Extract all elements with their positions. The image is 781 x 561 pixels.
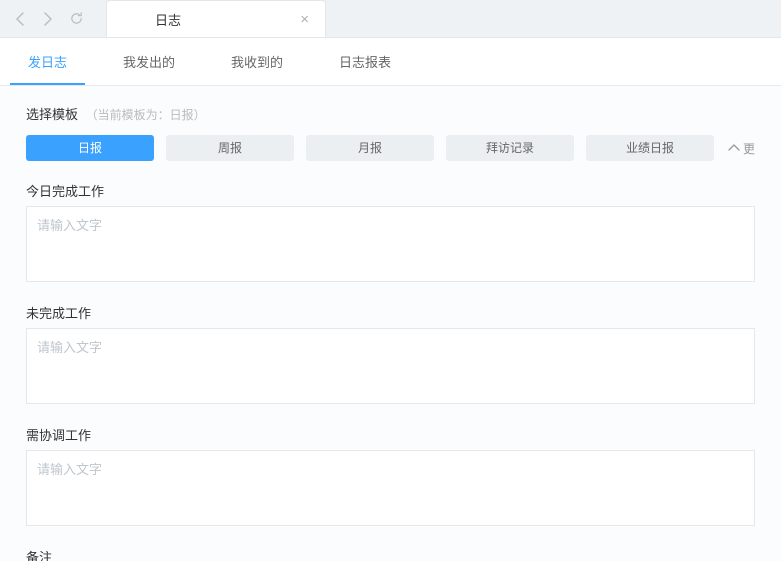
nav-send-log[interactable]: 发日志 xyxy=(10,38,85,85)
window-chrome: 日志 × xyxy=(0,0,781,38)
pill-performance[interactable]: 业绩日报 xyxy=(586,135,714,161)
tab-log[interactable]: 日志 × xyxy=(106,0,326,37)
label-unfinished: 未完成工作 xyxy=(26,303,755,322)
input-need-coord[interactable] xyxy=(26,450,755,526)
input-today-done[interactable] xyxy=(26,206,755,282)
chevron-up-icon xyxy=(728,144,740,152)
tab-title: 日志 xyxy=(155,10,181,29)
nav-sent[interactable]: 我发出的 xyxy=(105,38,193,85)
template-hint: （当前模板为：日报） xyxy=(86,108,206,122)
refresh-button[interactable] xyxy=(66,9,86,29)
field-remark: 备注 xyxy=(26,547,755,561)
template-label-row: 选择模板 （当前模板为：日报） xyxy=(26,104,755,123)
back-button[interactable] xyxy=(10,9,30,29)
content-area: 选择模板 （当前模板为：日报） 日报 周报 月报 拜访记录 业绩日报 更 今日完… xyxy=(0,86,781,561)
pill-daily[interactable]: 日报 xyxy=(26,135,154,161)
nav-report[interactable]: 日志报表 xyxy=(321,38,409,85)
chrome-nav xyxy=(0,0,96,37)
field-today-done: 今日完成工作 xyxy=(26,181,755,285)
pill-visit[interactable]: 拜访记录 xyxy=(446,135,574,161)
forward-button[interactable] xyxy=(38,9,58,29)
field-unfinished: 未完成工作 xyxy=(26,303,755,407)
nav-received[interactable]: 我收到的 xyxy=(213,38,301,85)
field-need-coord: 需协调工作 xyxy=(26,425,755,529)
label-remark: 备注 xyxy=(26,547,755,561)
template-pills: 日报 周报 月报 拜访记录 业绩日报 更 xyxy=(26,135,755,161)
pill-weekly[interactable]: 周报 xyxy=(166,135,294,161)
nav-tabs: 发日志 我发出的 我收到的 日志报表 xyxy=(0,38,781,86)
tab-close-icon[interactable]: × xyxy=(296,11,313,28)
input-unfinished[interactable] xyxy=(26,328,755,404)
label-today-done: 今日完成工作 xyxy=(26,181,755,200)
label-need-coord: 需协调工作 xyxy=(26,425,755,444)
expand-toggle[interactable]: 更 xyxy=(728,140,755,157)
pill-monthly[interactable]: 月报 xyxy=(306,135,434,161)
expand-label: 更 xyxy=(743,140,755,157)
template-label: 选择模板 xyxy=(26,107,78,122)
